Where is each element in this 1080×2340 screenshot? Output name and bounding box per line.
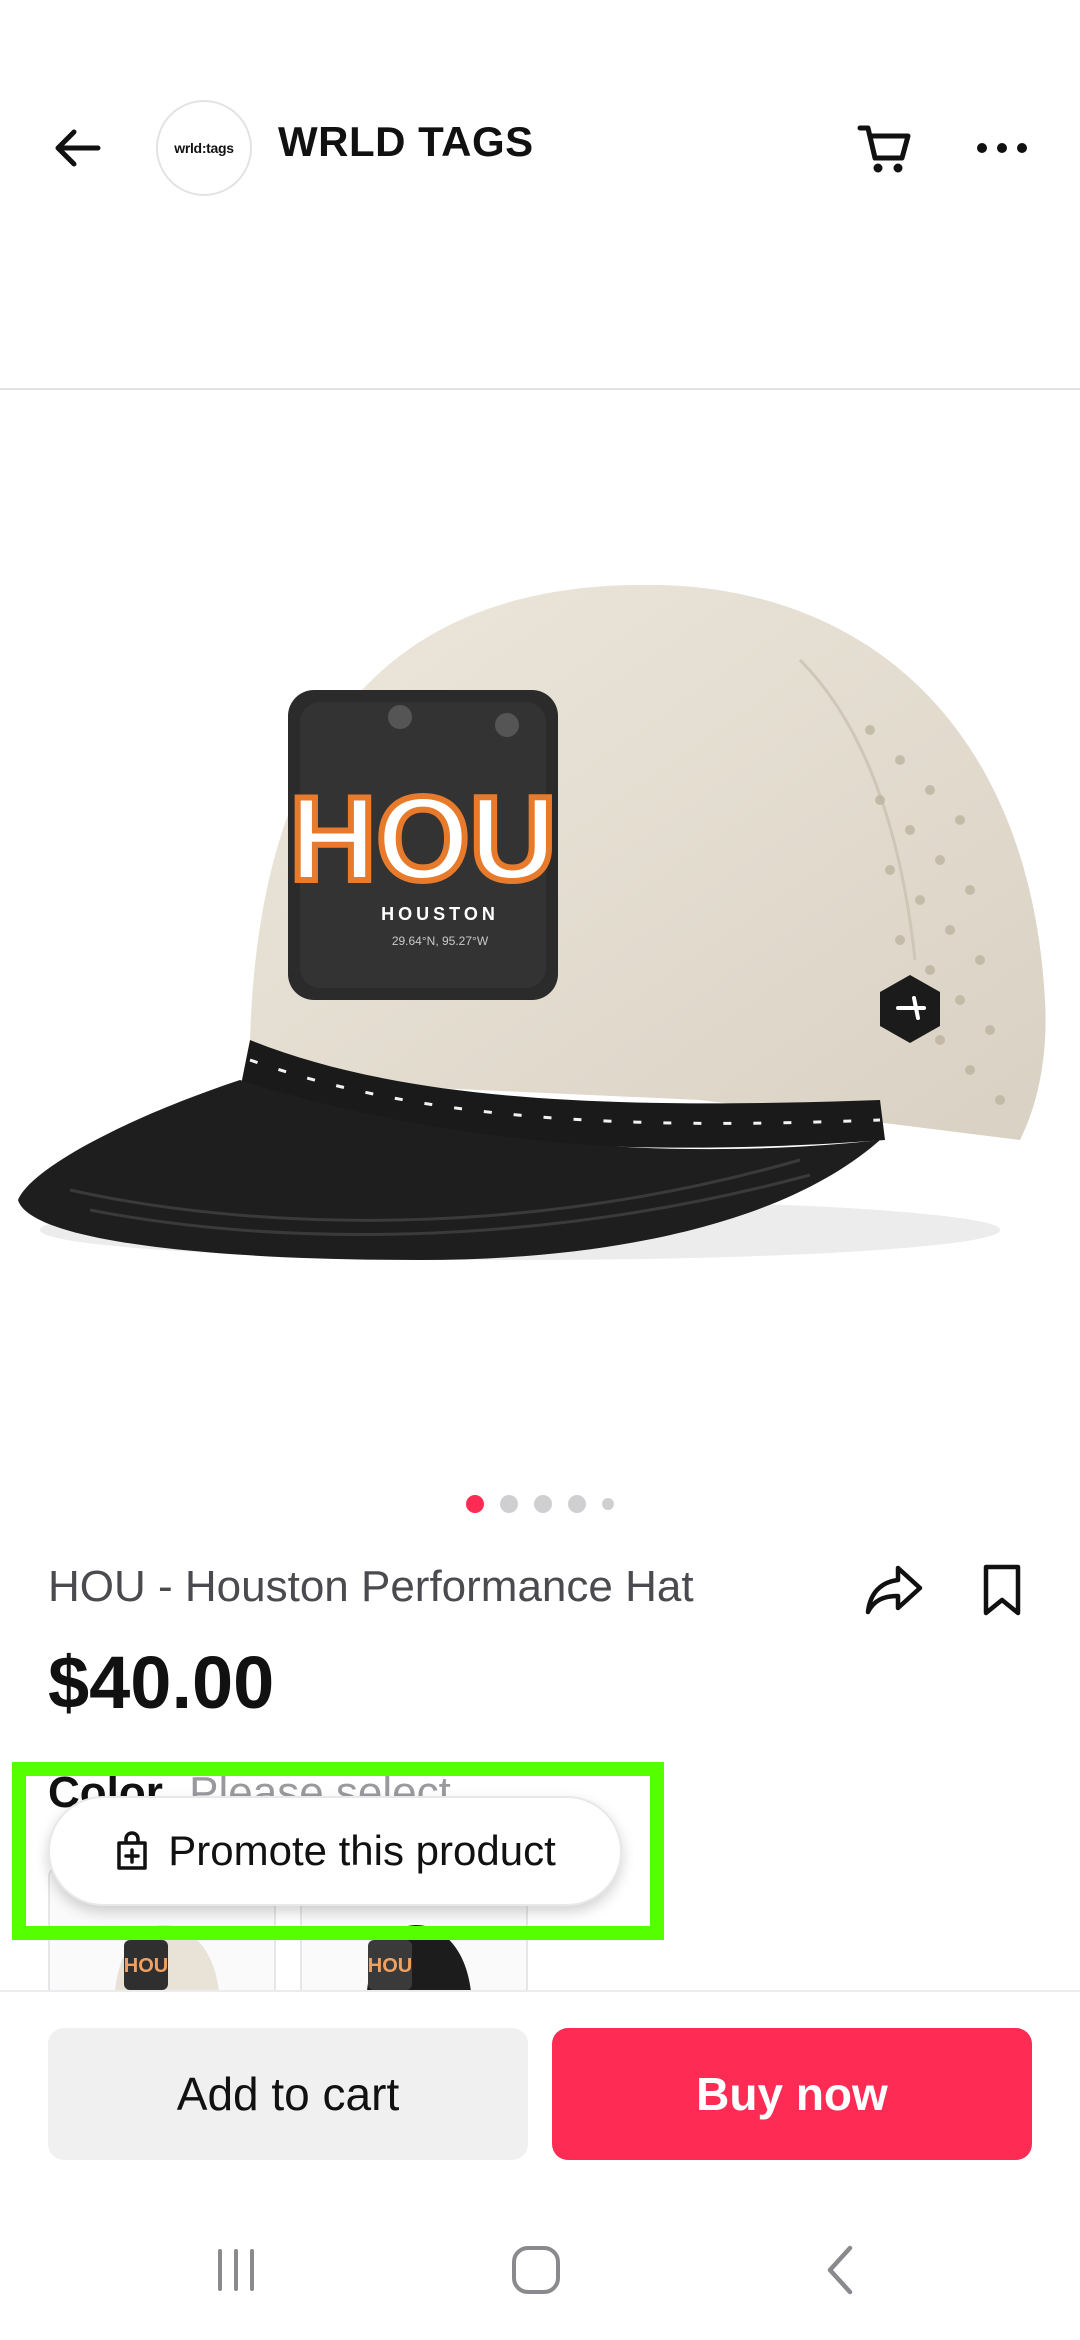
pagination-dot[interactable] <box>500 1495 518 1513</box>
patch-coords: 29.64°N, 95.27°W <box>392 934 489 948</box>
recent-apps-button[interactable] <box>186 2230 286 2310</box>
share-icon <box>865 1565 923 1615</box>
product-title: HOU - Houston Performance Hat <box>48 1562 694 1611</box>
swatch-patch-code: HOU <box>124 1955 168 1977</box>
product-price: $40.00 <box>48 1641 275 1724</box>
shopping-bag-plus-icon <box>117 1831 147 1870</box>
more-button[interactable] <box>966 112 1038 184</box>
back-button[interactable] <box>42 112 114 184</box>
header-divider <box>0 388 1080 390</box>
shop-avatar[interactable]: wrld:tags <box>156 100 252 196</box>
cart-icon <box>857 125 911 173</box>
buy-now-button[interactable]: Buy now <box>552 2028 1032 2160</box>
more-horizontal-icon <box>977 143 1027 153</box>
promote-product-button[interactable]: Promote this product <box>48 1796 622 1906</box>
shop-name[interactable]: WRLD TAGS <box>278 118 534 166</box>
shop-header: wrld:tags WRLD TAGS <box>0 88 1080 208</box>
patch-code: HOU <box>290 772 557 906</box>
swatch-patch-code: HOU <box>368 1955 412 1977</box>
bookmark-icon <box>983 1564 1021 1616</box>
product-image[interactable]: HOU HOUSTON 29.64°N, 95.27°W <box>0 400 1080 1460</box>
pagination-dot[interactable] <box>534 1495 552 1513</box>
shop-logo-text: wrld:tags <box>174 140 234 156</box>
back-chevron-icon <box>827 2245 853 2295</box>
arrow-left-icon <box>55 129 101 167</box>
patch-city: HOUSTON <box>381 904 499 924</box>
add-to-cart-button[interactable]: Add to cart <box>48 2028 528 2160</box>
recent-apps-icon <box>218 2249 254 2291</box>
pagination-dot[interactable] <box>602 1498 614 1510</box>
system-back-button[interactable] <box>790 2230 890 2310</box>
system-navigation-bar <box>0 2200 1080 2340</box>
promote-label: Promote this product <box>168 1827 556 1874</box>
home-icon <box>512 2246 560 2294</box>
hat-illustration: HOU HOUSTON 29.64°N, 95.27°W <box>18 584 1046 1260</box>
save-button[interactable] <box>966 1554 1038 1626</box>
pagination-dot[interactable] <box>568 1495 586 1513</box>
pagination-dot-active[interactable] <box>466 1495 484 1513</box>
image-pagination <box>0 1494 1080 1514</box>
purchase-bar: Add to cart Buy now <box>0 1990 1080 2190</box>
home-button[interactable] <box>486 2230 586 2310</box>
share-button[interactable] <box>858 1554 930 1626</box>
cart-button[interactable] <box>848 112 920 184</box>
product-page: wrld:tags WRLD TAGS HOU HOUSTON 29.64°N,… <box>0 0 1080 2340</box>
